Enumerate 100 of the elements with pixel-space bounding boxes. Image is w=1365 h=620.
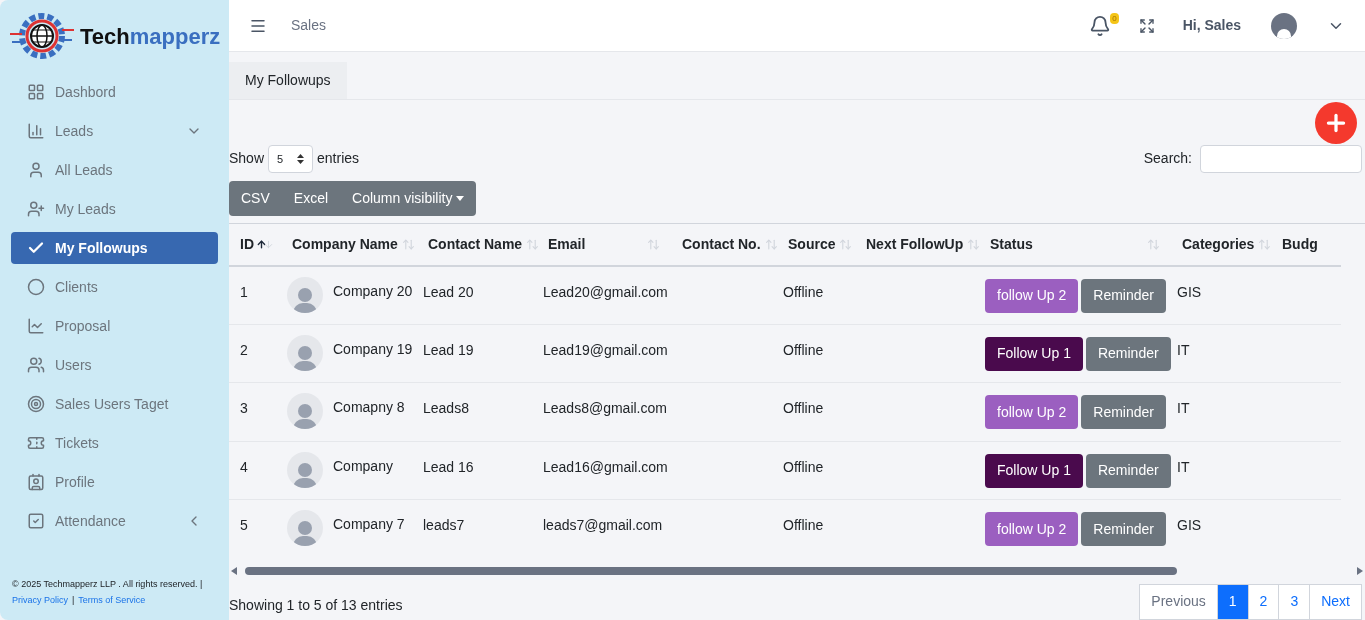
table-cell: Offline xyxy=(777,265,855,325)
sidebar-item[interactable]: Profile xyxy=(11,466,218,498)
column-header[interactable]: Budg xyxy=(1271,223,1341,266)
globe-gear-logo-icon xyxy=(8,12,76,60)
column-header[interactable]: Email xyxy=(537,223,671,266)
caret-icon xyxy=(456,195,465,201)
sidebar-item[interactable]: Proposal xyxy=(11,310,218,342)
avatar-icon xyxy=(287,334,323,371)
reminder-button[interactable]: Reminder xyxy=(1081,278,1166,313)
status-button[interactable]: Follow Up 1 xyxy=(985,336,1083,371)
table-cell: 4 xyxy=(229,441,281,500)
column-header[interactable]: Company Name xyxy=(281,223,417,266)
reminder-button[interactable]: Reminder xyxy=(1085,453,1171,488)
table-cell: Offline xyxy=(777,499,855,558)
privacy-policy-link[interactable]: Privacy Policy xyxy=(12,592,68,608)
table-cell: leads7 xyxy=(417,499,537,558)
horizontal-scrollbar[interactable] xyxy=(231,566,1363,576)
avatar-icon[interactable] xyxy=(1271,12,1297,39)
table-cell: 1 xyxy=(229,265,281,325)
sort-ascending-icon[interactable] xyxy=(256,238,274,250)
page-link[interactable]: 1 xyxy=(1216,584,1249,620)
user-plus-icon xyxy=(27,200,47,218)
table-cell: GIS xyxy=(1171,265,1271,325)
table-cell: Leads8 xyxy=(417,382,537,442)
sidebar-item[interactable]: All Leads xyxy=(11,154,218,186)
table-cell: Lead16@gmail.com xyxy=(537,441,671,500)
up-down-caret-icon xyxy=(297,153,305,164)
table-cell-text: Company 7 xyxy=(333,515,405,535)
export-button[interactable]: Column visibility xyxy=(340,180,477,216)
ticket-icon xyxy=(27,434,47,452)
sidebar-item[interactable]: My Followups xyxy=(11,232,218,264)
entries-info: Showing 1 to 5 of 13 entries xyxy=(229,596,403,616)
table-cell: 5 xyxy=(229,499,281,558)
table-cell: leads7@gmail.com xyxy=(537,499,671,558)
page-link[interactable]: 3 xyxy=(1278,584,1311,620)
column-header[interactable]: Source xyxy=(777,223,855,266)
tab[interactable]: My Followups xyxy=(229,61,347,99)
pagination-link[interactable]: Previous xyxy=(1139,584,1218,620)
table-cell-text: Company 19 xyxy=(333,339,413,359)
table-cell: Lead 16 xyxy=(417,441,537,500)
status-button[interactable]: follow Up 2 xyxy=(985,278,1079,313)
column-header[interactable]: Contact Name xyxy=(417,223,537,266)
table-cell: 3 xyxy=(229,382,281,442)
sidebar-item[interactable]: My Leads xyxy=(11,193,218,225)
show-label: Show xyxy=(229,149,265,169)
fullscreen-icon[interactable] xyxy=(1138,17,1155,34)
column-header[interactable]: ID xyxy=(229,223,281,266)
target-icon xyxy=(27,395,47,413)
reminder-button[interactable]: Reminder xyxy=(1085,336,1171,371)
avatar-icon xyxy=(287,276,323,313)
table-cell-text: Company 20 xyxy=(333,281,413,301)
grid-icon xyxy=(27,83,47,101)
reminder-button[interactable]: Reminder xyxy=(1081,395,1166,430)
table-cell: GIS xyxy=(1171,499,1271,558)
notification-bell-icon[interactable] xyxy=(1088,14,1111,37)
export-button[interactable]: CSV xyxy=(229,180,282,216)
sidebar-item[interactable]: Clients xyxy=(11,271,218,303)
column-header[interactable]: Contact No. xyxy=(671,223,777,266)
terms-of-service-link[interactable]: Terms of Service xyxy=(78,592,146,608)
table-cell-text: Comapny 8 xyxy=(333,398,405,418)
page-link[interactable]: 2 xyxy=(1247,584,1280,620)
page-size-select[interactable]: 5 xyxy=(268,144,314,173)
checkbox-icon xyxy=(27,512,47,530)
breadcrumb: Sales xyxy=(291,16,327,35)
export-button[interactable]: Excel xyxy=(281,180,341,216)
status-button[interactable]: follow Up 2 xyxy=(985,512,1079,547)
sidebar-item[interactable]: Sales Users Taget xyxy=(11,388,218,420)
sidebar-item[interactable]: Users xyxy=(11,349,218,381)
avatar-icon xyxy=(287,510,323,547)
table-cell: Lead 20 xyxy=(417,265,537,325)
add-button[interactable] xyxy=(1315,101,1357,144)
table-cell: Offline xyxy=(777,441,855,500)
status-button[interactable]: follow Up 2 xyxy=(985,395,1079,430)
column-header[interactable]: Next FollowUp xyxy=(855,223,979,266)
users-icon xyxy=(27,356,47,374)
table-cell: Lead19@gmail.com xyxy=(537,324,671,383)
status-button[interactable]: Follow Up 1 xyxy=(985,453,1083,488)
table-cell-text: Company xyxy=(333,456,393,476)
id-badge-icon xyxy=(27,473,47,491)
column-header[interactable]: Status xyxy=(979,223,1171,266)
table-cell: Lead20@gmail.com xyxy=(537,265,671,325)
column-header[interactable]: Categories xyxy=(1171,223,1271,266)
table-cell: Lead 19 xyxy=(417,324,537,383)
sidebar-item[interactable]: Tickets xyxy=(11,427,218,459)
sidebar-item[interactable]: Dashbord xyxy=(11,76,218,108)
pagination-link[interactable]: Next xyxy=(1309,584,1362,620)
search-field[interactable] xyxy=(1200,144,1362,173)
sidebar-item[interactable]: Attendance xyxy=(11,505,218,537)
table-cell: IT xyxy=(1171,382,1271,442)
table-cell: Offline xyxy=(777,382,855,442)
table-cell: Leads8@gmail.com xyxy=(537,382,671,442)
brand-name: Techmapperz xyxy=(80,22,221,51)
table-cell: Offline xyxy=(777,324,855,383)
link-separator: | xyxy=(72,594,75,607)
reminder-button[interactable]: Reminder xyxy=(1081,512,1166,547)
circle-icon xyxy=(27,278,47,296)
sidebar-item[interactable]: Leads xyxy=(11,115,218,147)
search-label: Search: xyxy=(1143,149,1192,169)
table-cell: 2 xyxy=(229,324,281,383)
avatar-icon xyxy=(287,451,323,488)
